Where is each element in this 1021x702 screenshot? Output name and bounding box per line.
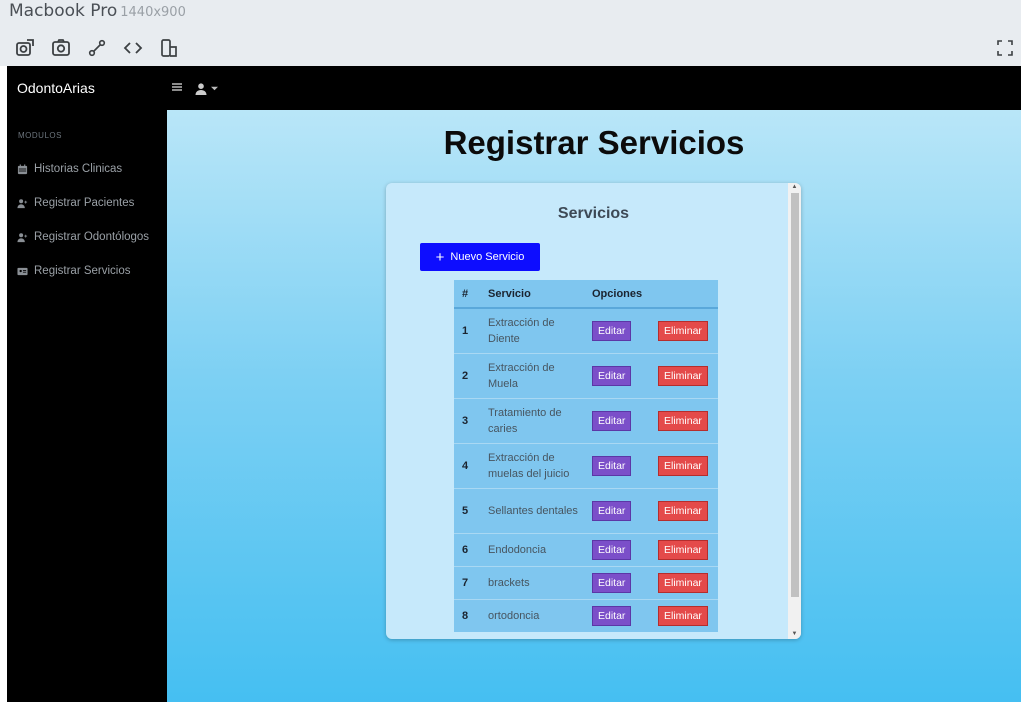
screenshot-full-icon[interactable] [14, 38, 36, 58]
link-icon[interactable] [86, 38, 108, 58]
row-service: brackets [480, 565, 584, 599]
row-number: 5 [454, 487, 480, 533]
edit-button[interactable]: Editar [592, 539, 632, 560]
delete-button[interactable]: Eliminar [658, 410, 708, 431]
row-service: Extracción de Muela [480, 352, 584, 398]
row-service: ortodoncia [480, 598, 584, 632]
col-header-opciones: Opciones [584, 280, 650, 309]
delete-button[interactable]: Eliminar [658, 365, 708, 386]
services-table: # Servicio Opciones 1 Extracción de Dien… [454, 280, 718, 632]
edit-button[interactable]: Editar [592, 605, 632, 626]
sidebar-item-label: Historias Clinicas [34, 163, 123, 175]
scroll-down-arrow-icon[interactable]: ▼ [791, 631, 798, 637]
sidebar-item-historias-clinicas[interactable]: Historias Clinicas [17, 163, 122, 175]
caret-down-icon [211, 86, 218, 91]
row-number: 2 [454, 352, 480, 398]
row-service: Extracción de Diente [480, 307, 584, 353]
table-row: 7 brackets Editar Eliminar [454, 565, 718, 599]
fullscreen-icon[interactable] [997, 40, 1013, 56]
plus-icon: + [435, 248, 445, 266]
user-add-icon [17, 232, 28, 243]
card-title: Servicios [557, 205, 630, 222]
col-header-num: # [454, 280, 480, 309]
brand-logo[interactable]: OdontoArias [17, 80, 95, 96]
table-row: 1 Extracción de Diente Editar Eliminar [454, 307, 718, 353]
id-card-icon [17, 266, 28, 277]
device-name: Macbook Pro [9, 1, 118, 21]
delete-button[interactable]: Eliminar [658, 539, 708, 560]
new-service-label: Nuevo Servicio [450, 251, 525, 263]
sidebar-item-registrar-pacientes[interactable]: Registrar Pacientes [17, 197, 134, 209]
card-scrollbar[interactable]: ▲ ▼ [788, 183, 801, 639]
code-icon[interactable] [122, 38, 144, 58]
delete-button[interactable]: Eliminar [658, 572, 708, 593]
device-title: Macbook Pro 1440x900 [9, 1, 186, 21]
edit-button[interactable]: Editar [592, 500, 632, 521]
row-number: 4 [454, 442, 480, 488]
calendar-icon [17, 163, 28, 175]
edit-button[interactable]: Editar [592, 320, 632, 341]
row-service: Extracción de muelas del juicio [480, 442, 584, 488]
table-row: 6 Endodoncia Editar Eliminar [454, 532, 718, 566]
row-number: 3 [454, 397, 480, 443]
table-row: 5 Sellantes dentales Editar Eliminar [454, 487, 718, 533]
table-header-row: # Servicio Opciones [454, 280, 718, 309]
top-navbar: OdontoArias [7, 66, 1021, 110]
table-row: 3 Tratamiento de caries Editar Eliminar [454, 397, 718, 443]
edit-button[interactable]: Editar [592, 410, 632, 431]
app-frame: OdontoArias MODULOS Historias Clinicas R… [7, 66, 1021, 702]
row-service: Tratamiento de caries [480, 397, 584, 443]
col-header-servicio: Servicio [480, 280, 584, 309]
page-title: Registrar Servicios [443, 124, 745, 161]
user-add-icon [17, 198, 28, 209]
edit-button[interactable]: Editar [592, 455, 632, 476]
user-dropdown-icon[interactable] [194, 82, 218, 96]
delete-button[interactable]: Eliminar [658, 320, 708, 341]
edit-button[interactable]: Editar [592, 572, 632, 593]
sidebar-heading: MODULOS [18, 131, 62, 140]
delete-button[interactable]: Eliminar [658, 500, 708, 521]
row-number: 6 [454, 532, 480, 566]
sidebar-item-label: Registrar Servicios [34, 265, 131, 277]
edit-button[interactable]: Editar [592, 365, 632, 386]
row-number: 8 [454, 598, 480, 632]
delete-button[interactable]: Eliminar [658, 605, 708, 626]
sidebar-item-registrar-odontologos[interactable]: Registrar Odontólogos [17, 231, 149, 243]
sidebar-item-registrar-servicios[interactable]: Registrar Servicios [17, 265, 131, 277]
rotate-device-icon[interactable] [158, 38, 180, 58]
scroll-up-arrow-icon[interactable]: ▲ [791, 184, 798, 190]
table-row: 2 Extracción de Muela Editar Eliminar [454, 352, 718, 398]
screenshot-icon[interactable] [50, 38, 72, 58]
device-preview-bar: Macbook Pro 1440x900 [0, 0, 1021, 66]
row-service: Sellantes dentales [480, 487, 584, 533]
sidebar-item-label: Registrar Odontólogos [34, 231, 150, 243]
main-content: Registrar Servicios Servicios + Nuevo Se… [167, 110, 1021, 702]
sidebar-item-label: Registrar Pacientes [34, 197, 135, 209]
scroll-thumb[interactable] [791, 193, 799, 597]
new-service-button[interactable]: + Nuevo Servicio [420, 243, 540, 271]
device-toolbar [14, 38, 180, 58]
row-service: Endodoncia [480, 532, 584, 566]
delete-button[interactable]: Eliminar [658, 455, 708, 476]
col-header-empty [650, 280, 718, 309]
table-row: 4 Extracción de muelas del juicio Editar… [454, 442, 718, 488]
sidebar: MODULOS Historias Clinicas Registrar Pac… [7, 110, 167, 702]
table-row: 8 ortodoncia Editar Eliminar [454, 598, 718, 632]
row-number: 7 [454, 565, 480, 599]
row-number: 1 [454, 307, 480, 353]
device-resolution: 1440x900 [120, 5, 186, 20]
menu-toggle-icon[interactable] [170, 80, 184, 97]
services-card: Servicios + Nuevo Servicio # Servicio Op… [386, 183, 801, 639]
